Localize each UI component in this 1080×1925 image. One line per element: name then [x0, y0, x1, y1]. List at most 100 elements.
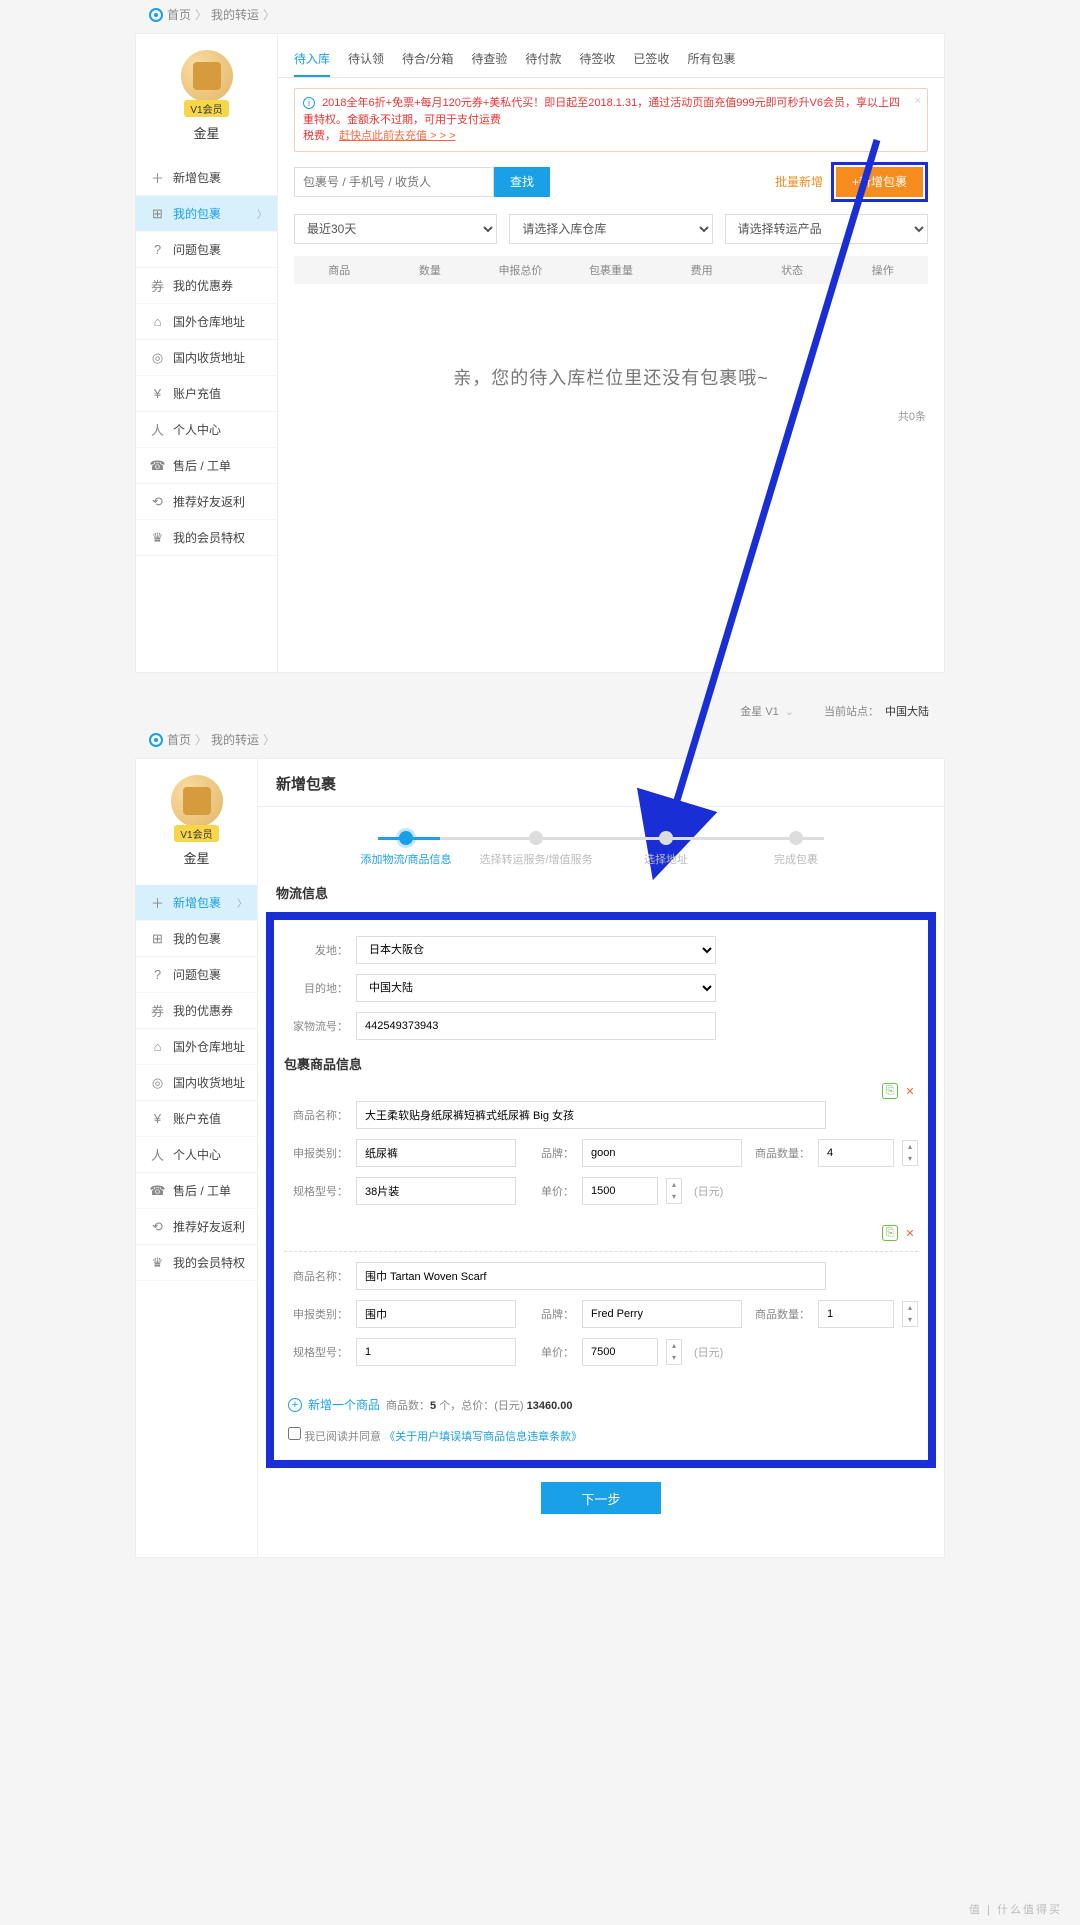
sidebar-item-label: 推荐好友返利: [173, 1218, 245, 1235]
breadcrumb-home[interactable]: 首页: [167, 731, 191, 748]
sidebar-item[interactable]: 券我的优惠券: [136, 268, 277, 304]
sidebar-item[interactable]: ＋新增包裹: [136, 160, 277, 196]
tabbar: 待入库待认领待合/分箱待查验待付款待签收已签收所有包裹: [278, 34, 944, 78]
delete-icon[interactable]: ✕: [902, 1225, 918, 1241]
item-name-input[interactable]: [356, 1262, 826, 1290]
tab[interactable]: 所有包裹: [687, 44, 735, 77]
form-highlight-box: 发地： 日本大阪仓 目的地： 中国大陆 家物流号： 包裹商品信息 ⎘✕商品名称：…: [266, 912, 936, 1468]
step-indicator: 添加物流/商品信息 选择转运服务/增值服务 选择地址 完成包裹: [258, 831, 944, 867]
menu-icon: ?: [150, 967, 165, 982]
breadcrumb-home[interactable]: 首页: [167, 6, 191, 23]
site-value: 中国大陆: [885, 703, 929, 719]
agree-checkbox[interactable]: [288, 1427, 301, 1440]
sidebar-item-label: 我的优惠券: [173, 277, 233, 294]
sidebar-item[interactable]: ♛ 我的会员特权: [136, 1245, 257, 1281]
next-button[interactable]: 下一步: [541, 1482, 661, 1514]
tab[interactable]: 待入库: [294, 44, 330, 77]
add-item-button[interactable]: + 新增一个商品 商品数：5 个，总价：(日元) 13460.00: [288, 1396, 918, 1413]
add-package-button[interactable]: +新增包裹: [836, 167, 923, 197]
sidebar-item[interactable]: ⟲推荐好友返利: [136, 484, 277, 520]
batch-add-link[interactable]: 批量新增: [775, 173, 823, 190]
alert-link[interactable]: 赶快点此前去充值 > > >: [339, 130, 455, 142]
sidebar-item[interactable]: 券我的优惠券: [136, 993, 257, 1029]
sidebar-item[interactable]: ⌂国外仓库地址: [136, 1029, 257, 1065]
qty-stepper[interactable]: ▴▾: [902, 1301, 918, 1327]
sidebar-item[interactable]: 人个人中心: [136, 1137, 257, 1173]
price-input[interactable]: [582, 1338, 658, 1366]
copy-icon[interactable]: ⎘: [882, 1225, 898, 1241]
brand-input[interactable]: [582, 1300, 742, 1328]
sidebar-item[interactable]: ☎售后 / 工单: [136, 1173, 257, 1209]
sidebar-item[interactable]: ♛我的会员特权: [136, 520, 277, 556]
sidebar-item[interactable]: 人个人中心: [136, 412, 277, 448]
from-select[interactable]: 日本大阪仓: [356, 936, 716, 964]
sidebar-item[interactable]: ◎国内收货地址: [136, 1065, 257, 1101]
qty-stepper[interactable]: ▴▾: [902, 1140, 918, 1166]
brand-input[interactable]: [582, 1139, 742, 1167]
copy-icon[interactable]: ⎘: [882, 1083, 898, 1099]
sidebar-item[interactable]: ＋新增包裹〉: [136, 885, 257, 921]
username: 金星: [136, 848, 257, 867]
column-header: 操作: [837, 262, 928, 278]
sidebar-item-label: 售后 / 工单: [173, 1182, 231, 1199]
tab[interactable]: 待合/分箱: [402, 44, 453, 77]
product-filter[interactable]: 请选择转运产品: [725, 214, 928, 244]
search-input[interactable]: [294, 167, 494, 197]
category-input[interactable]: [356, 1139, 516, 1167]
sidebar-item-label: 国外仓库地址: [173, 313, 245, 330]
alert-text-1: 2018全年6折+免票+每月120元券+美私代买！即日起至2018.1.31，通…: [303, 97, 900, 126]
menu-icon: ♛: [150, 1255, 165, 1270]
sidebar-item[interactable]: ⌂国外仓库地址: [136, 304, 277, 340]
delete-icon[interactable]: ✕: [902, 1083, 918, 1099]
breadcrumb-current[interactable]: 我的转运: [211, 731, 259, 748]
username: 金星: [136, 123, 277, 142]
avatar: [181, 50, 233, 102]
spec-input[interactable]: [356, 1338, 516, 1366]
sidebar-item-label: 我的会员特权: [173, 1254, 245, 1271]
sidebar-item[interactable]: ?问题包裹: [136, 232, 277, 268]
sidebar-item[interactable]: ⊞我的包裹〉: [136, 196, 277, 232]
category-input[interactable]: [356, 1300, 516, 1328]
breadcrumb-current[interactable]: 我的转运: [211, 6, 259, 23]
tab[interactable]: 已签收: [633, 44, 669, 77]
menu-icon: ¥: [150, 386, 165, 401]
tab[interactable]: 待付款: [525, 44, 561, 77]
sidebar-item[interactable]: ☎售后 / 工单: [136, 448, 277, 484]
item-name-input[interactable]: [356, 1101, 826, 1129]
price-stepper[interactable]: ▴▾: [666, 1178, 682, 1204]
tab[interactable]: 待查验: [471, 44, 507, 77]
qty-input[interactable]: [818, 1300, 894, 1328]
sidebar-item[interactable]: ⊞我的包裹: [136, 921, 257, 957]
date-filter[interactable]: 最近30天: [294, 214, 497, 244]
qty-input[interactable]: [818, 1139, 894, 1167]
warehouse-filter[interactable]: 请选择入库仓库: [509, 214, 712, 244]
menu-icon: 人: [150, 422, 165, 437]
info-icon: i: [303, 97, 315, 109]
spec-input[interactable]: [356, 1177, 516, 1205]
sidebar-item[interactable]: ◎国内收货地址: [136, 340, 277, 376]
sidebar-item[interactable]: ¥账户充值: [136, 376, 277, 412]
sidebar-item-label: 我的会员特权: [173, 529, 245, 546]
sidebar-item-label: 我的包裹: [173, 205, 221, 222]
from-label: 发地：: [284, 942, 348, 958]
price-input[interactable]: [582, 1177, 658, 1205]
chevron-down-icon[interactable]: ⌄: [785, 705, 794, 718]
sidebar-item[interactable]: ⟲推荐好友返利: [136, 1209, 257, 1245]
close-icon[interactable]: ×: [915, 93, 921, 110]
row-count: 共0条: [278, 408, 926, 424]
to-select[interactable]: 中国大陆: [356, 974, 716, 1002]
tracking-input[interactable]: [356, 1012, 716, 1040]
column-header: 状态: [747, 262, 838, 278]
sidebar-item[interactable]: ?问题包裹: [136, 957, 257, 993]
agreement-row: 我已阅读并同意 《关于用户填误填写商品信息违章条款》: [288, 1427, 918, 1444]
tab[interactable]: 待签收: [579, 44, 615, 77]
sidebar-item-label: 新增包裹: [173, 169, 221, 186]
price-stepper[interactable]: ▴▾: [666, 1339, 682, 1365]
main-area: 待入库待认领待合/分箱待查验待付款待签收已签收所有包裹 i 2018全年6折+免…: [278, 34, 944, 672]
agree-link[interactable]: 《关于用户填误填写商品信息违章条款》: [384, 1431, 582, 1443]
menu-icon: ⟲: [150, 494, 165, 509]
tab[interactable]: 待认领: [348, 44, 384, 77]
search-button[interactable]: 查找: [494, 167, 550, 197]
menu-icon: ◎: [150, 350, 165, 365]
sidebar-item[interactable]: ¥账户充值: [136, 1101, 257, 1137]
